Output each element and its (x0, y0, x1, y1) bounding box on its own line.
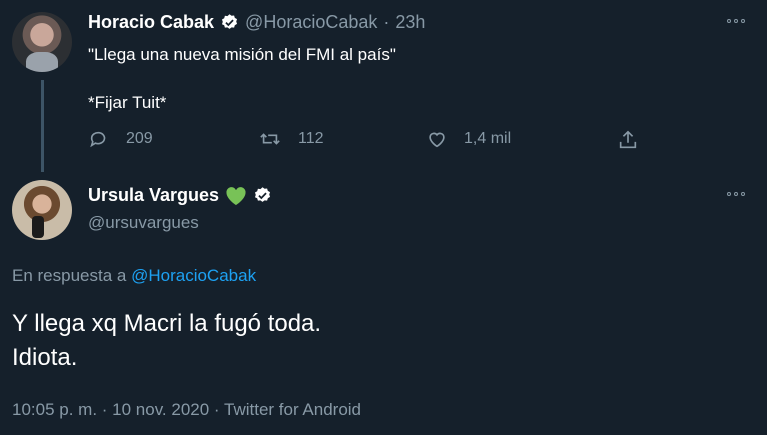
retweet-count: 112 (298, 130, 324, 147)
reply-prefix: En respuesta a (12, 266, 127, 285)
retweet-button[interactable]: 112 (258, 128, 324, 150)
retweet-icon (260, 133, 280, 145)
share-icon (619, 130, 637, 149)
reply-to-link[interactable]: @HoracioCabak (131, 266, 256, 285)
handle[interactable]: @HoracioCabak (245, 12, 377, 33)
verified-badge-icon (255, 187, 271, 202)
reply-button[interactable]: 209 (88, 128, 153, 150)
tweet-meta[interactable]: 10:05 p. m. · 10 nov. 2020 · Twitter for… (12, 400, 361, 420)
verified-badge-icon (222, 14, 238, 29)
timestamp[interactable]: 23h (395, 12, 425, 33)
display-name[interactable]: Ursula Vargues (88, 185, 219, 206)
tweet2-text-line2: Idiota. (12, 344, 78, 371)
avatar-ursula[interactable] (12, 180, 72, 240)
tweet1-text-line1: "Llega una nueva misión del FMI al país" (88, 45, 396, 64)
tweet1-header: Horacio Cabak @HoracioCabak · 23h (88, 12, 425, 33)
thread-line (41, 80, 44, 172)
like-button[interactable]: 1,4 mil (426, 128, 511, 150)
reply-icon (90, 131, 106, 148)
like-icon (429, 132, 445, 148)
green-heart-icon (226, 186, 246, 205)
tweet1-text-line2: *Fijar Tuit* (88, 93, 167, 112)
more-options-icon[interactable] (727, 19, 745, 23)
reply-count: 209 (126, 130, 153, 147)
reply-context: En respuesta a @HoracioCabak (12, 266, 256, 286)
tweet2-header: Ursula Vargues (88, 185, 272, 206)
more-options-icon[interactable] (727, 192, 745, 196)
display-name[interactable]: Horacio Cabak (88, 12, 214, 33)
share-button[interactable] (617, 128, 639, 157)
separator: · (383, 12, 390, 32)
tweet2-text-line1: Y llega xq Macri la fugó toda. (12, 310, 322, 337)
handle[interactable]: @ursuvargues (88, 213, 199, 233)
like-count: 1,4 mil (464, 130, 512, 147)
avatar-horacio[interactable] (12, 12, 72, 72)
